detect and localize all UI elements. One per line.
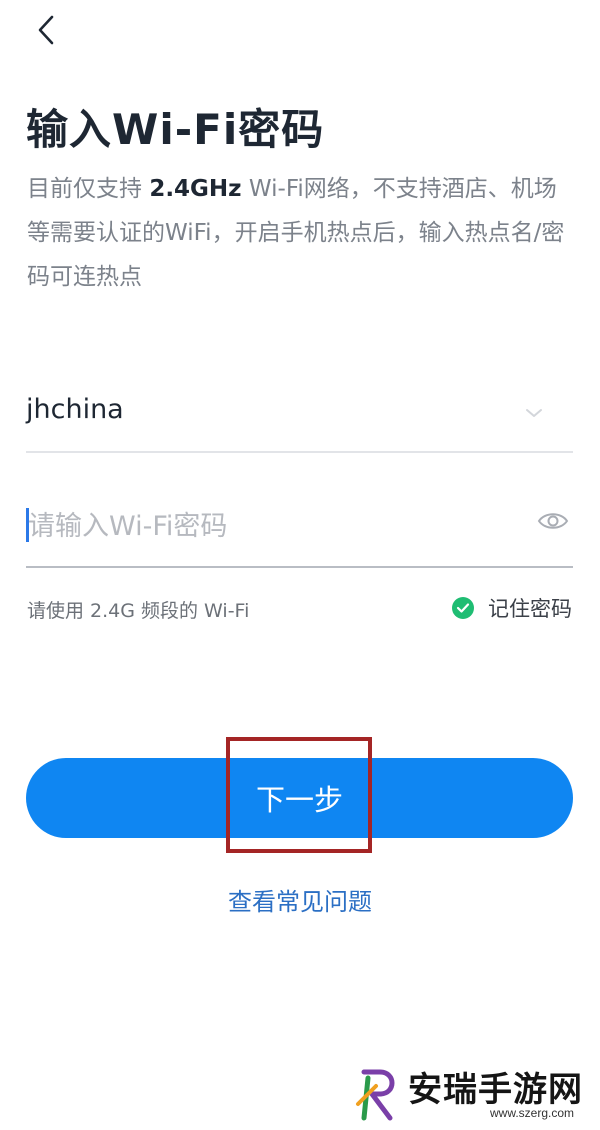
faq-link[interactable]: 查看常见问题 (0, 882, 600, 917)
watermark-logo-icon (350, 1064, 406, 1124)
page-description: 目前仅支持 2.4GHz Wi-Fi网络，不支持酒店、机场等需要认证的WiFi，… (27, 167, 572, 299)
remember-password-label: 记住密码 (488, 597, 572, 621)
wifi-name-value: jhchina (26, 394, 124, 425)
password-field[interactable] (26, 496, 573, 568)
watermark-url: www.szerg.com (490, 1106, 575, 1120)
back-button[interactable] (26, 12, 66, 52)
remember-password-toggle[interactable]: 记住密码 (452, 594, 572, 622)
next-step-button[interactable]: 下一步 (26, 758, 573, 838)
wifi-name-field[interactable]: jhchina (26, 385, 573, 453)
watermark: 安瑞手游网 www.szerg.com (350, 1058, 600, 1130)
description-prefix: 目前仅支持 (27, 176, 150, 202)
text-cursor (26, 508, 29, 542)
chevron-left-icon (36, 14, 56, 50)
check-circle-icon[interactable] (452, 597, 474, 619)
chevron-down-icon[interactable] (525, 405, 543, 419)
page-title: 输入Wi-Fi密码 (26, 105, 325, 154)
password-input[interactable] (26, 496, 528, 556)
watermark-title: 安瑞手游网 (408, 1070, 583, 1110)
eye-icon[interactable] (537, 510, 569, 532)
description-band: 2.4GHz (149, 176, 242, 202)
band-hint: 请使用 2.4G 频段的 Wi-Fi (27, 600, 250, 622)
